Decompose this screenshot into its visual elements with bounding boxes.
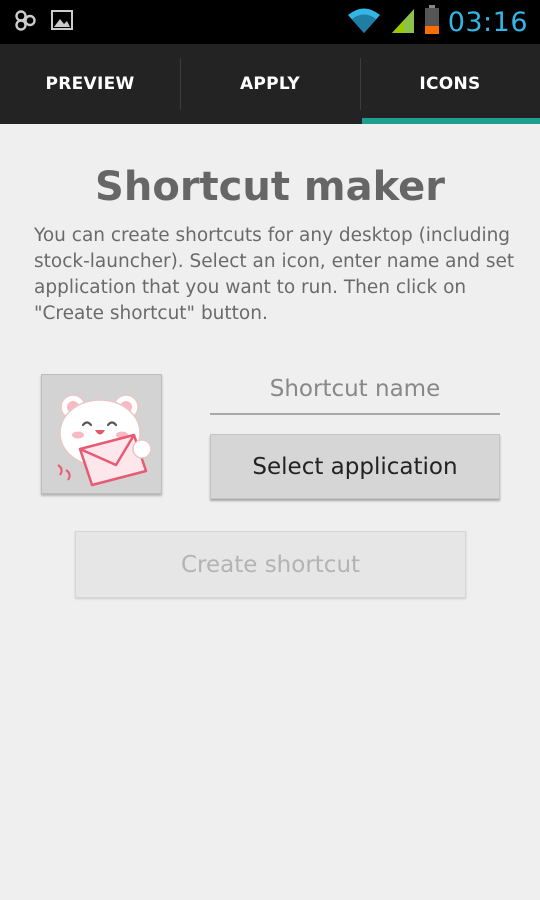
select-application-button[interactable]: Select application (210, 434, 500, 499)
wifi-icon (346, 6, 382, 38)
bear-with-envelope-icon (42, 394, 163, 499)
tab-icons[interactable]: ICONS (360, 44, 540, 124)
tab-apply[interactable]: APPLY (180, 44, 360, 124)
description-text: You can create shortcuts for any desktop… (34, 225, 515, 324)
shortcut-name-input[interactable] (210, 365, 500, 415)
tab-preview[interactable]: PREVIEW (0, 44, 180, 124)
create-shortcut-button[interactable]: Create shortcut (75, 531, 466, 598)
image-icon (50, 8, 74, 36)
page-title: Shortcut maker (95, 164, 445, 210)
tab-bar: PREVIEW APPLY ICONS (0, 44, 540, 124)
icon-picker-button[interactable] (41, 374, 162, 494)
selected-tab-indicator (362, 118, 540, 124)
notification-app-icon (14, 8, 38, 36)
signal-icon (390, 6, 416, 38)
status-clock: 03:16 (447, 6, 528, 38)
status-bar: 03:16 (0, 0, 540, 44)
battery-icon (424, 5, 440, 39)
